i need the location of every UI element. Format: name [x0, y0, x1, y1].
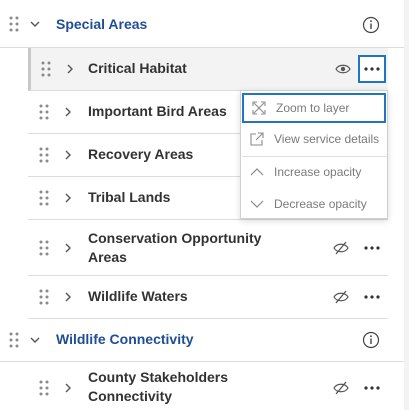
more-options-button[interactable] — [358, 234, 386, 262]
drag-handle-icon[interactable] — [39, 104, 49, 120]
layer-row-conservation-opportunity-areas[interactable]: Conservation Opportunity Areas — [28, 220, 388, 276]
visibility-off-icon[interactable] — [331, 378, 351, 398]
layer-context-menu: Zoom to layer View service details Incre… — [240, 90, 388, 219]
group-row-special-areas[interactable]: Special Areas — [0, 0, 404, 48]
layer-title: Critical Habitat — [88, 60, 187, 76]
layer-row-county-stakeholders-connectivity[interactable]: County Stakeholders Connectivity — [28, 362, 388, 410]
chevron-right-icon[interactable] — [63, 150, 73, 160]
drag-handle-icon[interactable] — [9, 332, 19, 348]
menu-item-label: Decrease opacity — [274, 197, 367, 211]
layer-title: Tribal Lands — [88, 189, 171, 205]
menu-item-increase-opacity[interactable]: Increase opacity — [242, 157, 386, 187]
drag-handle-icon[interactable] — [39, 190, 49, 206]
chevron-right-icon[interactable] — [63, 243, 73, 253]
chevron-right-icon[interactable] — [63, 193, 73, 203]
layer-title: County Stakeholders Connectivity — [88, 369, 229, 404]
chevron-right-icon[interactable] — [63, 107, 73, 117]
more-options-button[interactable] — [358, 374, 386, 402]
chevron-right-icon[interactable] — [63, 383, 73, 393]
drag-handle-icon[interactable] — [39, 380, 49, 396]
drag-handle-icon[interactable] — [39, 240, 49, 256]
menu-item-decrease-opacity[interactable]: Decrease opacity — [242, 189, 386, 219]
visibility-off-icon[interactable] — [331, 238, 351, 258]
chevron-down-icon[interactable] — [30, 19, 40, 29]
drag-handle-icon[interactable] — [39, 289, 49, 305]
visibility-off-icon[interactable] — [331, 287, 351, 307]
layer-title: Recovery Areas — [88, 146, 194, 162]
zoom-to-extent-icon — [251, 100, 267, 116]
layer-title: Wildlife Waters — [88, 288, 188, 304]
layer-row-critical-habitat[interactable]: Critical Habitat — [28, 48, 388, 91]
drag-handle-icon[interactable] — [39, 147, 49, 163]
info-icon[interactable] — [362, 331, 380, 349]
more-options-button[interactable] — [358, 55, 386, 83]
more-options-button[interactable] — [358, 283, 386, 311]
menu-item-label: Increase opacity — [274, 165, 362, 179]
chevron-down-icon[interactable] — [30, 335, 40, 345]
chevron-right-icon[interactable] — [63, 292, 73, 302]
chevron-up-icon — [249, 164, 265, 180]
visibility-on-icon[interactable] — [333, 59, 353, 79]
menu-item-zoom-to-layer[interactable]: Zoom to layer — [242, 93, 386, 123]
group-row-wildlife-connectivity[interactable]: Wildlife Connectivity — [0, 319, 404, 362]
menu-item-label: View service details — [274, 132, 380, 146]
external-link-icon — [249, 131, 265, 147]
group-title: Wildlife Connectivity — [56, 331, 194, 347]
layer-list-panel: Special Areas Critical Habitat Important… — [0, 0, 404, 410]
menu-item-label: Zoom to layer — [276, 101, 350, 115]
scrollbar-track[interactable] — [404, 0, 409, 410]
group-title: Special Areas — [56, 16, 148, 32]
drag-handle-icon[interactable] — [9, 16, 19, 32]
layer-title: Important Bird Areas — [88, 103, 227, 119]
chevron-right-icon[interactable] — [65, 64, 75, 74]
chevron-down-icon — [249, 196, 265, 212]
layer-row-wildlife-waters[interactable]: Wildlife Waters — [28, 276, 388, 319]
layer-title: Conservation Opportunity Areas — [88, 230, 262, 265]
drag-handle-icon[interactable] — [41, 61, 51, 77]
info-icon[interactable] — [362, 16, 380, 34]
menu-item-view-service-details[interactable]: View service details — [242, 124, 386, 154]
